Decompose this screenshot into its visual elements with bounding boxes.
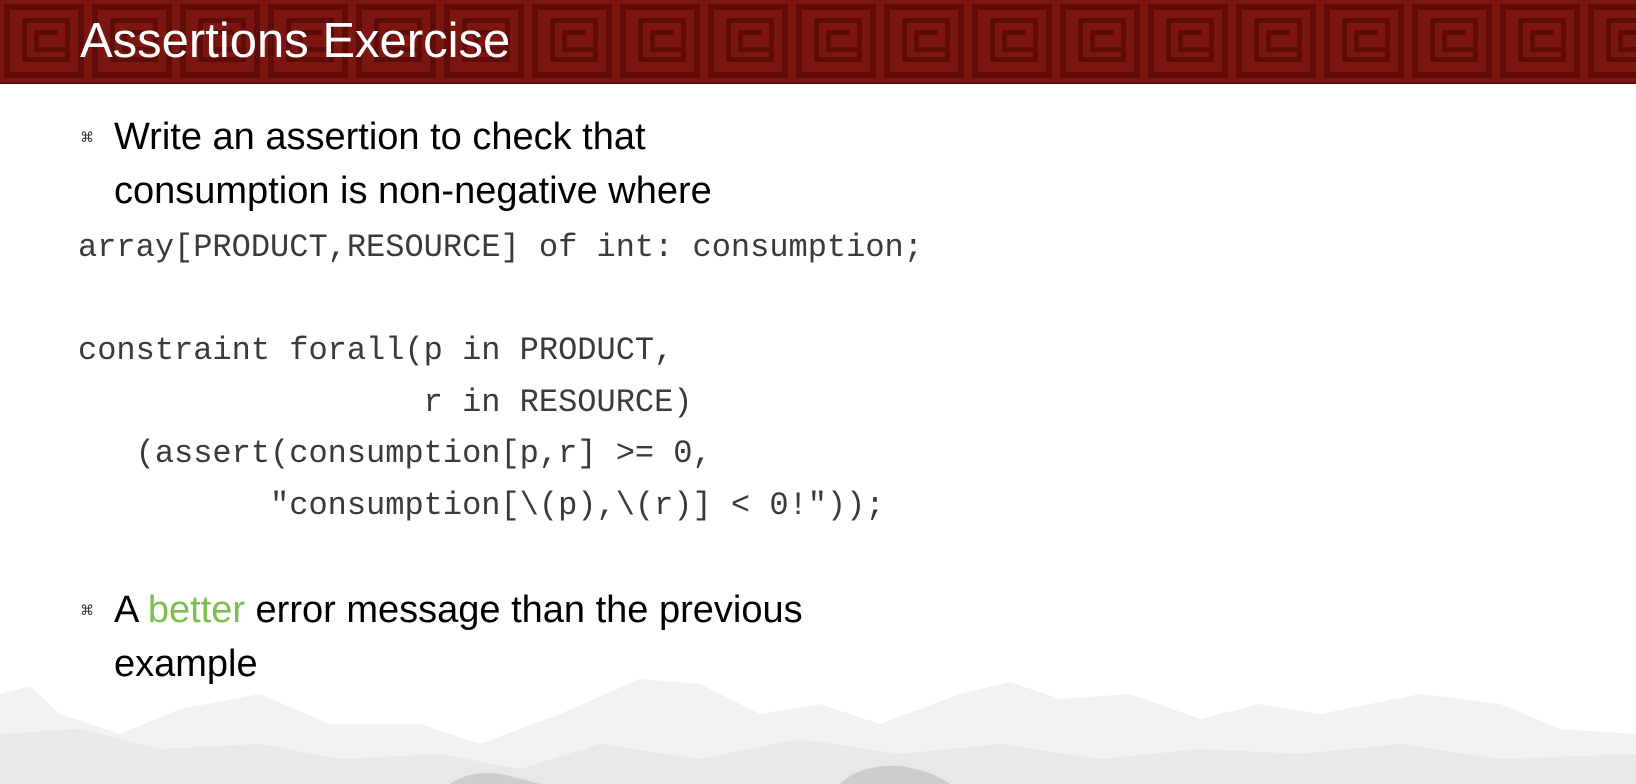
slide-header-banner: Assertions Exercise <box>0 0 1636 84</box>
code-line: r in RESOURCE) <box>78 383 693 421</box>
mountain-background-image <box>0 679 1636 784</box>
command-key-bullet-icon: ⌘ <box>80 602 94 618</box>
bullet-text: A <box>114 589 148 631</box>
bullet-text: error message than the previous <box>244 589 803 631</box>
command-key-bullet-icon: ⌘ <box>80 129 94 145</box>
code-line: "consumption[\(p),\(r)] < 0!")); <box>78 486 885 524</box>
code-block: array[PRODUCT,RESOURCE] of int: consumpt… <box>78 222 923 531</box>
bullet-line: consumption is non-negative where <box>114 170 712 212</box>
bullet-line: Write an assertion to check that <box>114 116 646 158</box>
code-line: constraint forall(p in PRODUCT, <box>78 332 674 369</box>
code-line: (assert(consumption[p,r] >= 0, <box>78 435 712 472</box>
code-line: array[PRODUCT,RESOURCE] of int: consumpt… <box>78 229 923 266</box>
slide-title: Assertions Exercise <box>80 14 511 68</box>
highlighted-word: better <box>147 589 245 631</box>
bullet-item: ⌘ Write an assertion to check that consu… <box>80 110 712 218</box>
